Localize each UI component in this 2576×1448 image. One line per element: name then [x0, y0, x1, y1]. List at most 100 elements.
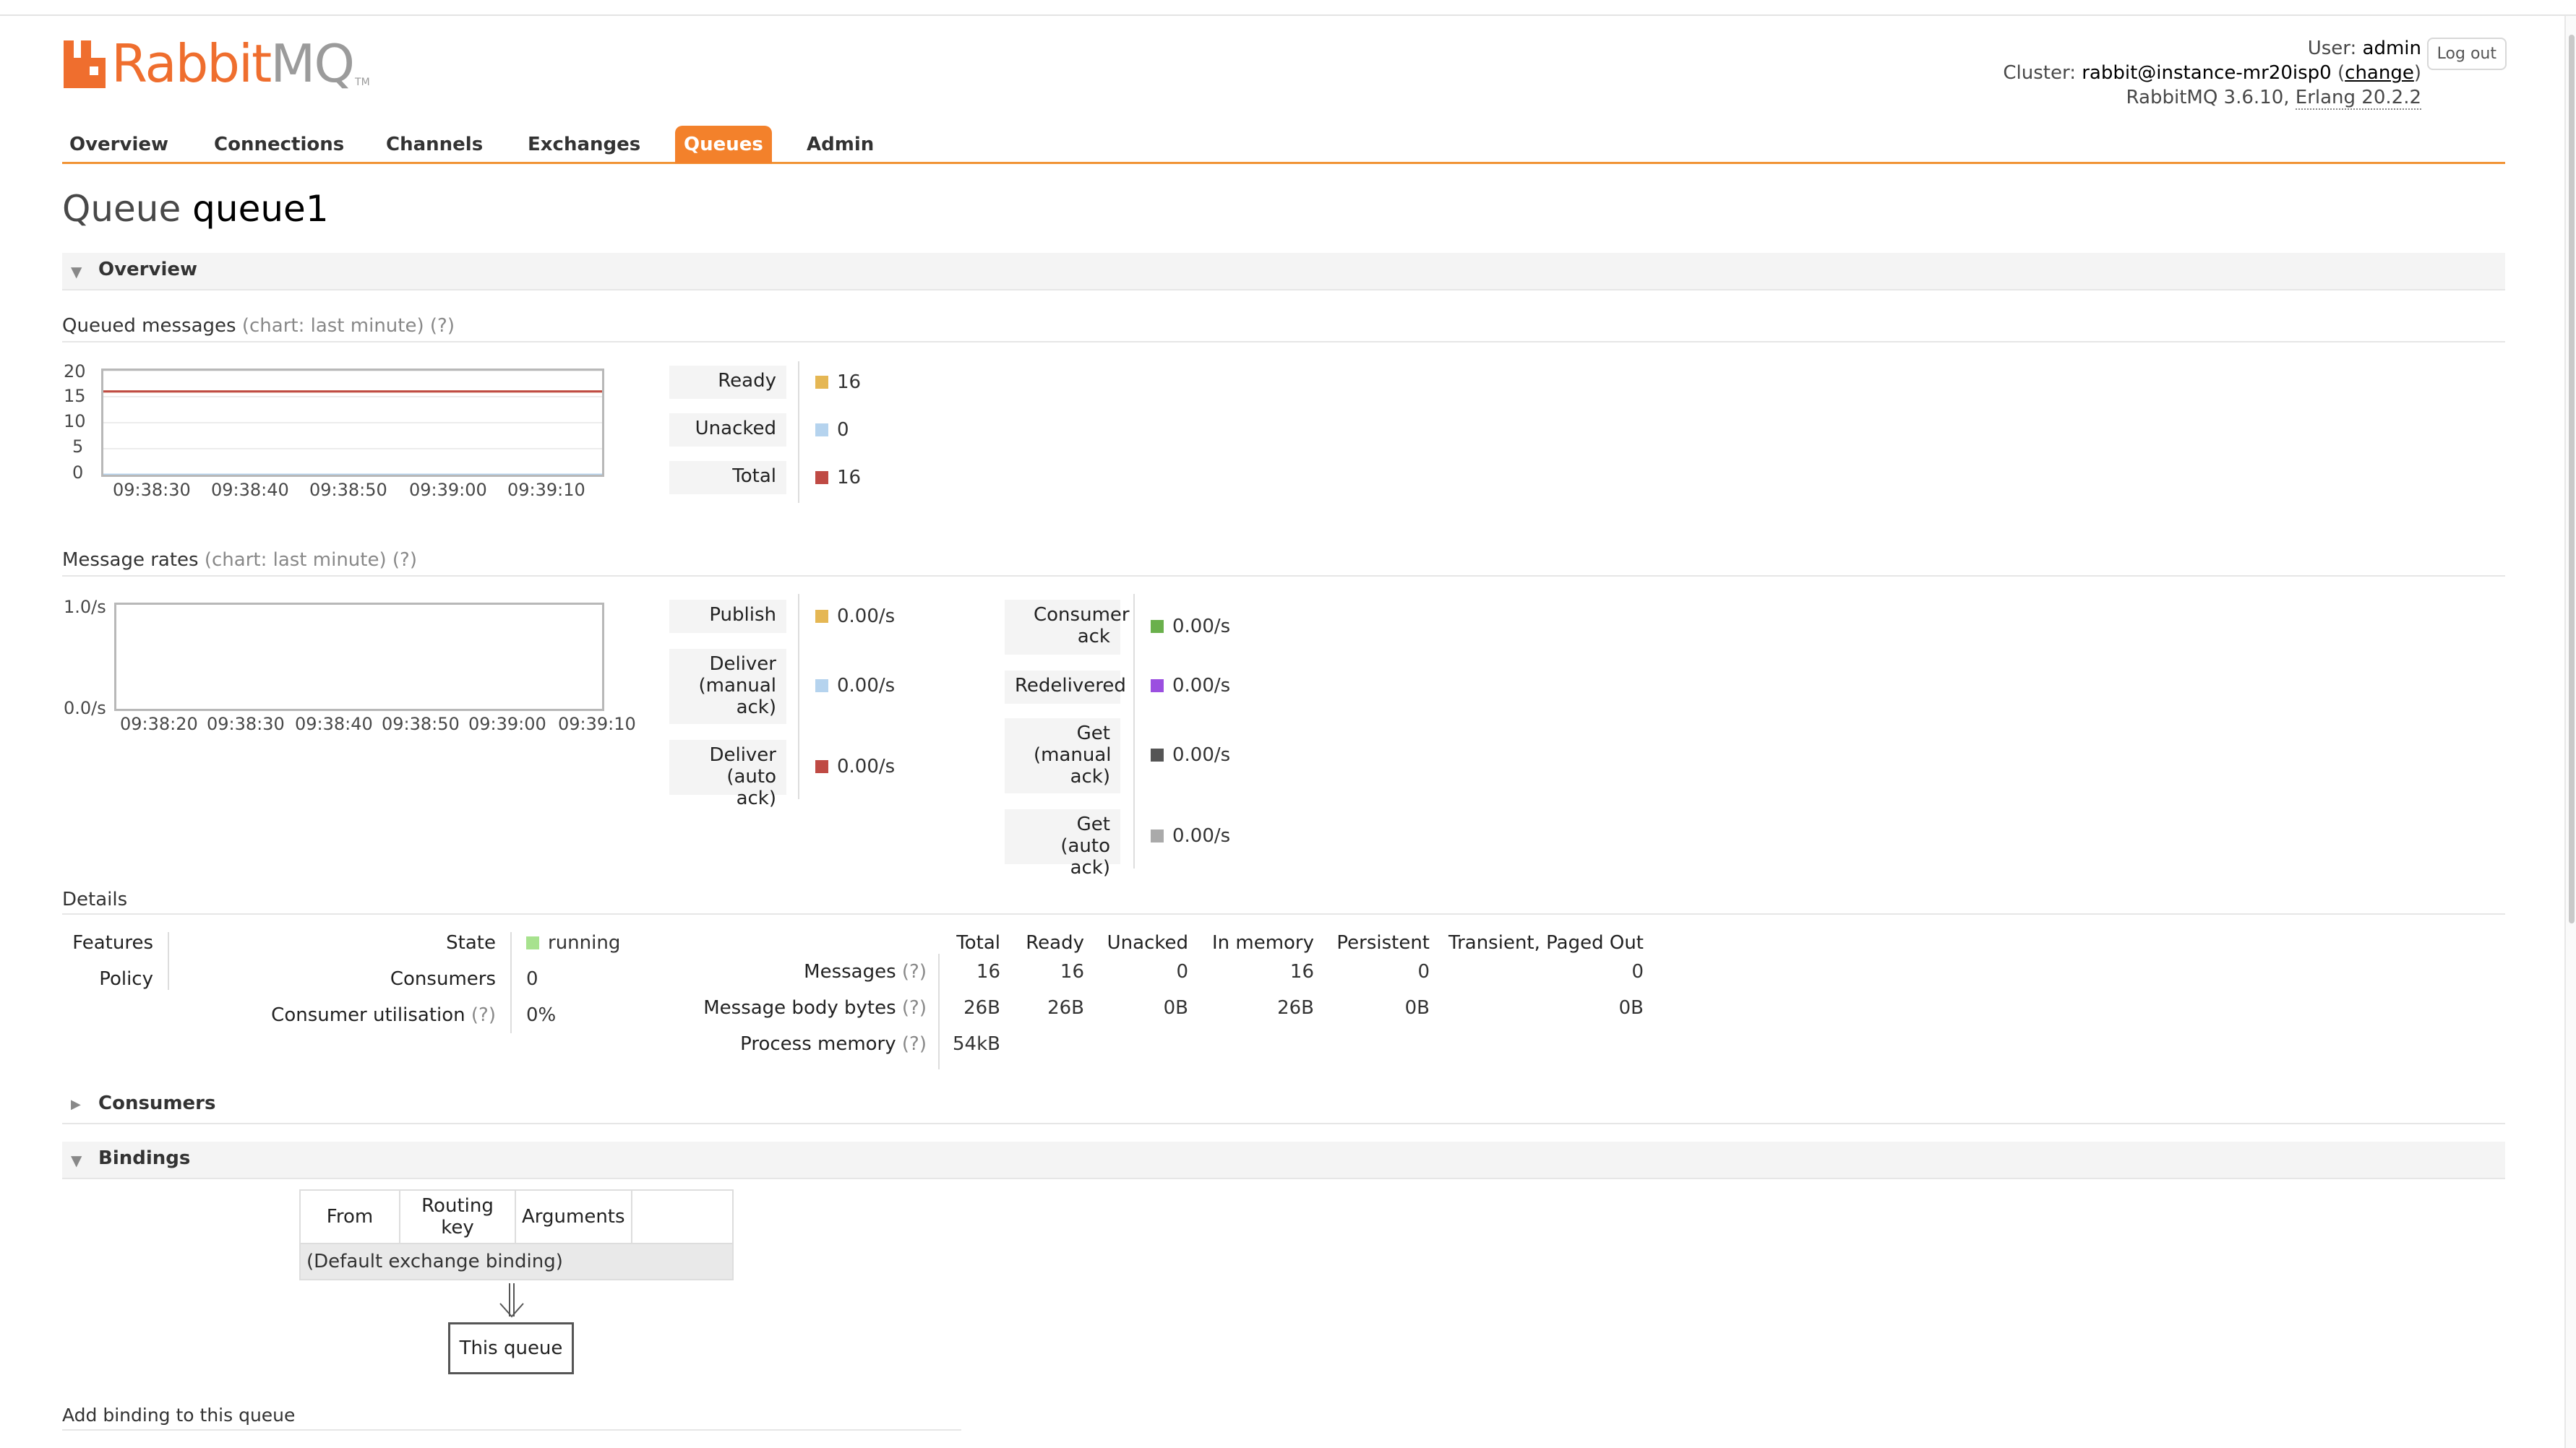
add-binding-rule: [62, 1429, 961, 1431]
get-auto-value: 0.00/s: [1172, 825, 1231, 847]
rates-xtick: 09:38:20: [120, 714, 198, 734]
legend-unacked-label: Unacked: [669, 413, 786, 447]
user-label: User:: [2307, 38, 2357, 59]
col-unacked: Unacked: [1107, 932, 1188, 954]
redelivered-swatch: [1151, 679, 1164, 692]
body-bytes-help-link[interactable]: (?): [902, 997, 927, 1019]
consumer-utilisation-value: 0%: [526, 1004, 557, 1026]
tab-exchanges[interactable]: Exchanges: [519, 126, 649, 163]
tab-connections[interactable]: Connections: [205, 126, 353, 163]
ready-swatch: [815, 376, 828, 389]
queued-xtick: 09:39:10: [507, 480, 585, 500]
logout-button[interactable]: Log out: [2426, 38, 2507, 70]
publish-swatch: [815, 610, 828, 623]
bindings-col-from: From: [299, 1189, 400, 1244]
rates-xtick: 09:39:00: [468, 714, 546, 734]
queued-help-link[interactable]: (?): [430, 315, 455, 337]
cluster-name: rabbit@instance-mr20isp0: [2082, 62, 2332, 84]
overview-section-title: Overview: [98, 259, 198, 280]
main-nav: Overview Connections Channels Exchanges …: [62, 124, 2505, 164]
bindings-section-toggle[interactable]: ▼ Bindings: [62, 1142, 2505, 1179]
queued-xtick: 09:38:30: [113, 480, 191, 500]
messages-label-text: Messages: [804, 961, 896, 983]
body-bytes-persistent: 0B: [1404, 997, 1430, 1019]
legend-get-manual-label: Get (manual ack): [1005, 718, 1120, 793]
tab-queues[interactable]: Queues: [675, 126, 772, 163]
tab-overview[interactable]: Overview: [61, 126, 177, 163]
state-separator: [510, 932, 512, 1033]
queued-messages-plot: [103, 370, 602, 476]
scrollbar[interactable]: [2564, 16, 2576, 1448]
legend-total-label: Total: [669, 461, 786, 494]
rates-legend-separator: [798, 594, 799, 799]
down-arrow-icon: [496, 1282, 528, 1322]
col-persistent: Persistent: [1336, 932, 1430, 954]
legend-total-value: 16: [815, 467, 861, 488]
total-value: 16: [837, 467, 862, 488]
messages-persistent: 0: [1417, 961, 1430, 983]
body-bytes-label-text: Message body bytes: [703, 997, 896, 1019]
queue-name: queue1: [192, 188, 329, 230]
scrollbar-thumb[interactable]: [2569, 35, 2575, 923]
page-title: Queue queue1: [62, 188, 329, 230]
legend-deliver-auto-value: 0.00/s: [815, 756, 895, 777]
queued-ytick: 20: [64, 361, 86, 382]
body-bytes-in-memory: 26B: [1277, 997, 1314, 1019]
unacked-value: 0: [837, 419, 849, 441]
rates-help-link[interactable]: (?): [392, 549, 417, 571]
legend-deliver-manual-value: 0.00/s: [815, 675, 895, 697]
table-row: (Default exchange binding): [299, 1243, 734, 1280]
tab-channels[interactable]: Channels: [377, 126, 491, 163]
consumers-section-toggle[interactable]: ▶ Consumers: [62, 1087, 2505, 1124]
body-bytes-transient: 0B: [1618, 997, 1644, 1019]
legend-deliver-auto-label: Deliver (auto ack): [669, 740, 786, 809]
body-bytes-total: 26B: [963, 997, 1000, 1019]
consumers-section-title: Consumers: [98, 1093, 216, 1114]
user-info: User: admin Cluster: rabbit@instance-mr2…: [2003, 38, 2421, 110]
legend-redelivered-label: Redelivered: [1005, 671, 1126, 704]
deliver-auto-swatch: [815, 760, 828, 773]
bindings-col-actions: [630, 1189, 734, 1244]
messages-help-link[interactable]: (?): [902, 961, 927, 983]
erlang-version: Erlang 20.2.2: [2295, 87, 2421, 110]
queued-ytick: 15: [64, 386, 86, 406]
consumer-ack-value: 0.00/s: [1172, 616, 1231, 637]
messages-unacked: 0: [1176, 961, 1188, 983]
deliver-manual-value: 0.00/s: [837, 675, 896, 697]
rates-xtick: 09:38:50: [382, 714, 460, 734]
publish-value: 0.00/s: [837, 606, 896, 627]
messages-ready: 16: [1060, 961, 1084, 983]
col-ready: Ready: [1026, 932, 1084, 954]
bindings-header-row: From Routing key Arguments: [299, 1189, 734, 1244]
deliver-auto-value: 0.00/s: [837, 756, 896, 777]
queued-ytick: 10: [64, 411, 86, 431]
redelivered-value: 0.00/s: [1172, 675, 1231, 697]
change-cluster-link[interactable]: change: [2345, 62, 2414, 84]
queued-xtick: 09:38:50: [309, 480, 387, 500]
title-prefix: Queue: [62, 188, 181, 230]
state-value: running: [526, 932, 620, 954]
message-rates-heading: Message rates (chart: last minute) (?): [62, 549, 417, 571]
body-bytes-ready: 26B: [1047, 997, 1084, 1019]
features-label: Features: [72, 932, 153, 954]
util-help-link[interactable]: (?): [471, 1004, 496, 1026]
rabbitmq-logo[interactable]: RabbitMQ TM: [62, 35, 370, 92]
queued-xtick: 09:39:00: [409, 480, 487, 500]
triangle-right-icon: ▶: [71, 1097, 81, 1112]
body-bytes-row-label: Message body bytes (?): [703, 997, 927, 1019]
process-memory-label-text: Process memory: [740, 1033, 896, 1055]
bindings-section-title: Bindings: [98, 1147, 191, 1169]
browser-top-border: [0, 0, 2576, 16]
state-label: State: [446, 932, 496, 954]
bindings-col-arguments: Arguments: [515, 1189, 632, 1244]
rates-heading-text: Message rates: [62, 549, 199, 571]
process-memory-help-link[interactable]: (?): [902, 1033, 927, 1055]
legend-consumer-ack-label: Consumer ack: [1005, 600, 1130, 655]
overview-section-toggle[interactable]: ▼ Overview: [62, 253, 2505, 290]
rates-xtick: 09:38:30: [207, 714, 285, 734]
tab-admin[interactable]: Admin: [798, 126, 883, 163]
rates-ytick: 1.0/s: [64, 597, 106, 617]
col-transient-paged-out: Transient, Paged Out: [1448, 932, 1644, 954]
legend-publish-value: 0.00/s: [815, 606, 895, 627]
util-label-text: Consumer utilisation: [271, 1004, 465, 1026]
